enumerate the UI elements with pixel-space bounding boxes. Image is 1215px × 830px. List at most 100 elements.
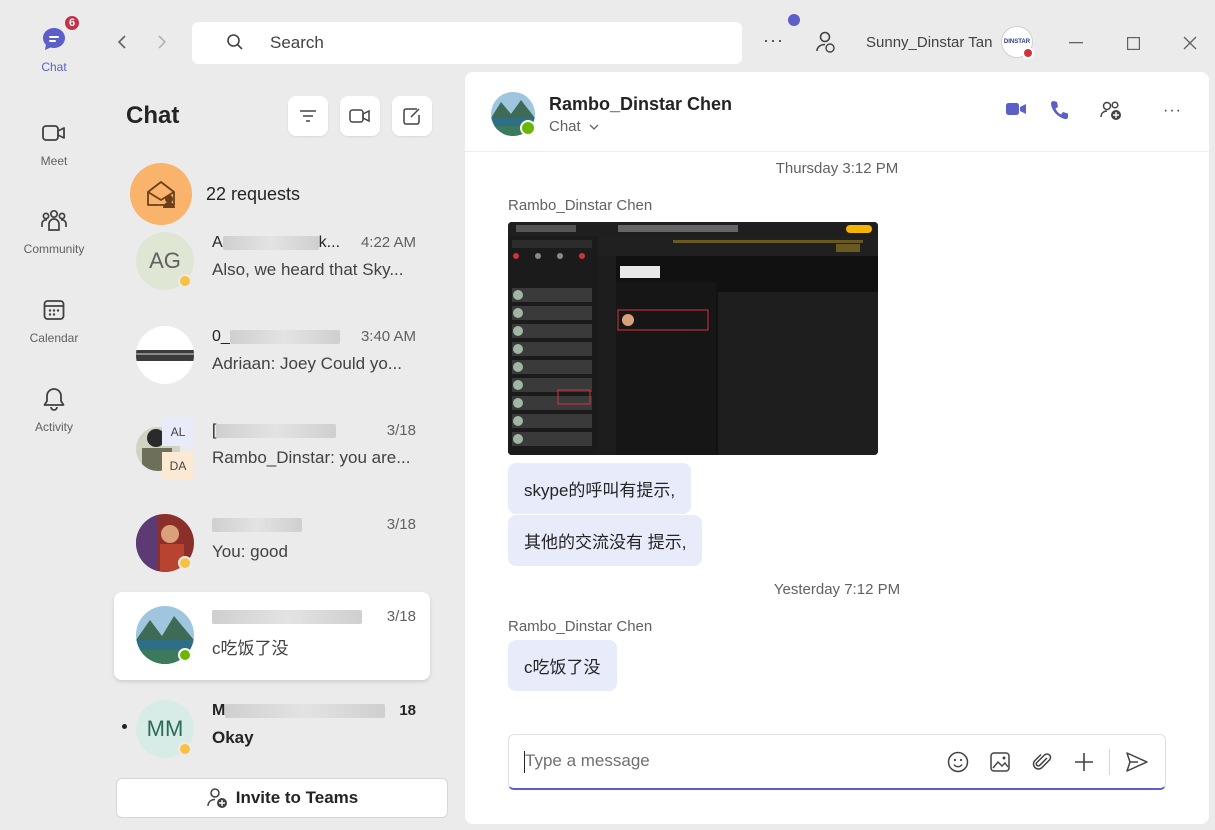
calendar-icon — [39, 295, 69, 325]
group-initials-top: AL — [162, 418, 194, 446]
chat-unread-badge: 6 — [63, 14, 81, 32]
add-people-button[interactable] — [1099, 100, 1123, 127]
community-icon — [39, 206, 69, 236]
new-chat-button[interactable] — [392, 96, 432, 136]
rail-item-chat[interactable]: 6 Chat — [0, 14, 108, 74]
maximize-icon — [1126, 36, 1140, 50]
message-bubble: c吃饭了没 — [508, 640, 617, 691]
chat-list-item[interactable]: 3/18 You: good — [114, 500, 430, 588]
minimize-button[interactable] — [1061, 28, 1091, 58]
search-box[interactable]: Search — [192, 22, 742, 64]
chat-item-preview: Also, we heard that Sky... — [212, 260, 404, 279]
chat-list-item[interactable]: 0_ 3:40 AM Adriaan: Joey Could yo... — [114, 312, 430, 400]
send-icon[interactable] — [1125, 751, 1149, 778]
timestamp-separator: Thursday 3:12 PM — [775, 160, 899, 177]
chat-item-name — [212, 608, 362, 626]
status-online-indicator — [178, 648, 192, 662]
person-status-icon[interactable] — [814, 30, 836, 59]
video-call-button[interactable] — [1005, 100, 1027, 123]
requests-label: 22 requests — [206, 183, 301, 204]
video-camera-icon — [39, 118, 69, 148]
forward-arrow-icon[interactable] — [152, 30, 172, 54]
rail-item-label: Meet — [40, 154, 68, 168]
chat-list-item[interactable]: AG Ak... 4:22 AM Also, we heard that Sky… — [114, 218, 430, 306]
add-person-icon — [206, 787, 228, 809]
chat-item-name: M — [212, 702, 386, 720]
message-sender: Rambo_Dinstar Chen — [508, 197, 653, 214]
chat-item-time: 3/18 — [386, 422, 416, 439]
rail-item-meet[interactable]: Meet — [0, 118, 108, 168]
message-bubble: 其他的交流没有 提示, — [508, 515, 703, 566]
video-camera-icon — [349, 109, 370, 123]
chat-item-time: 18 — [399, 702, 416, 719]
contact-name: Rambo_Dinstar Chen — [549, 94, 733, 114]
status-away-indicator — [178, 742, 192, 756]
status-away-indicator — [178, 274, 192, 288]
maximize-button[interactable] — [1118, 28, 1148, 58]
status-dot — [1022, 47, 1034, 59]
chat-list-title: Chat — [126, 102, 180, 129]
phone-icon — [1050, 101, 1068, 120]
close-button[interactable] — [1175, 28, 1205, 58]
divider — [1109, 749, 1110, 775]
rail-item-label: Calendar — [29, 331, 79, 345]
more-options-button[interactable]: ··· — [1163, 102, 1182, 120]
more-options-button[interactable]: ··· — [763, 30, 784, 51]
message-bubble: skype的呼叫有提示, — [508, 463, 692, 514]
chat-item-preview: Okay — [212, 728, 254, 747]
add-people-icon — [1100, 101, 1121, 120]
message-composer[interactable]: Type a message — [508, 734, 1166, 790]
invite-label: Invite to Teams — [235, 788, 359, 807]
search-placeholder: Search — [270, 33, 324, 52]
chat-item-name: 0_ — [212, 328, 340, 346]
title-bar: Search ··· Sunny_Dinstar Tan DINSTAR — [108, 0, 1215, 72]
chat-list-item[interactable]: AL DA [ 3/18 Rambo_Dinstar: you are... — [114, 406, 430, 494]
chat-item-time: 3/18 — [386, 608, 416, 625]
timestamp-separator: Yesterday 7:12 PM — [773, 581, 901, 598]
avatar — [136, 326, 194, 384]
app-rail: 6 Chat Meet Community Calendar Activity — [0, 0, 108, 830]
avatar-logo-text: DINSTAR — [1003, 39, 1031, 45]
image-icon[interactable] — [989, 751, 1011, 778]
search-icon — [226, 33, 244, 56]
chat-tab-dropdown[interactable]: Chat — [549, 118, 599, 135]
plus-icon[interactable] — [1073, 751, 1095, 778]
chat-list-pane: Chat 22 requests AG Ak... 4:22 AM Also, … — [108, 72, 453, 830]
message-image-attachment[interactable] — [508, 222, 878, 455]
chevron-down-icon — [589, 118, 599, 135]
rail-item-label: Chat — [41, 60, 67, 74]
meet-now-button[interactable] — [340, 96, 380, 136]
user-avatar[interactable]: DINSTAR — [1001, 26, 1034, 59]
close-icon — [1183, 36, 1197, 50]
audio-call-button[interactable] — [1050, 100, 1068, 125]
requests-icon — [130, 163, 192, 225]
message-input[interactable]: Type a message — [524, 751, 650, 773]
chat-requests[interactable]: 22 requests — [130, 162, 440, 226]
message-sender: Rambo_Dinstar Chen — [508, 618, 653, 635]
group-initials-bottom: DA — [162, 452, 194, 480]
filter-icon — [300, 110, 316, 122]
emoji-icon[interactable] — [947, 751, 969, 778]
invite-to-teams-button[interactable]: Invite to Teams — [116, 778, 448, 818]
rail-item-label: Activity — [34, 420, 73, 434]
chat-item-name: [ — [212, 422, 337, 440]
chat-list-item-selected[interactable]: 3/18 c吃饭了没 — [114, 592, 430, 680]
chat-icon: 6 — [39, 14, 81, 54]
rail-item-community[interactable]: Community — [0, 206, 108, 256]
chat-item-time: 3/18 — [386, 516, 416, 533]
rail-item-calendar[interactable]: Calendar — [0, 295, 108, 345]
chat-item-preview: Rambo_Dinstar: you are... — [212, 448, 411, 467]
status-online-indicator — [520, 120, 536, 136]
chat-list-item[interactable]: MM M 18 Okay — [114, 686, 430, 774]
chat-item-name: Ak... — [212, 234, 341, 251]
back-arrow-icon[interactable] — [112, 30, 132, 54]
chat-item-preview: You: good — [212, 542, 288, 561]
rail-item-activity[interactable]: Activity — [0, 384, 108, 434]
filter-button[interactable] — [288, 96, 328, 136]
compose-icon — [403, 108, 420, 125]
minimize-icon — [1069, 42, 1083, 44]
attach-icon[interactable] — [1031, 751, 1053, 778]
chat-item-name — [212, 516, 302, 534]
user-name[interactable]: Sunny_Dinstar Tan — [866, 34, 992, 51]
status-away-indicator — [178, 556, 192, 570]
